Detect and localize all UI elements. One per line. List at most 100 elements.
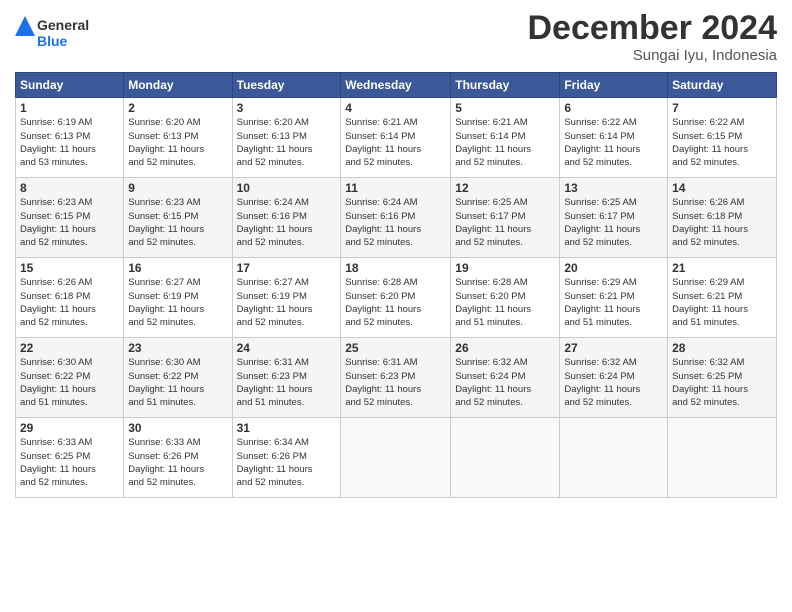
calendar-cell: 8Sunrise: 6:23 AMSunset: 6:15 PMDaylight…	[16, 178, 124, 258]
calendar-cell: 13Sunrise: 6:25 AMSunset: 6:17 PMDayligh…	[560, 178, 668, 258]
day-info: Sunrise: 6:32 AMSunset: 6:24 PMDaylight:…	[455, 356, 555, 409]
day-info: Sunrise: 6:21 AMSunset: 6:14 PMDaylight:…	[345, 116, 446, 169]
day-number: 27	[564, 341, 663, 355]
day-number: 3	[237, 101, 337, 115]
day-number: 6	[564, 101, 663, 115]
calendar-cell: 30Sunrise: 6:33 AMSunset: 6:26 PMDayligh…	[124, 418, 232, 498]
day-number: 14	[672, 181, 772, 195]
day-number: 10	[237, 181, 337, 195]
week-row-3: 15Sunrise: 6:26 AMSunset: 6:18 PMDayligh…	[16, 258, 777, 338]
day-number: 29	[20, 421, 119, 435]
logo-svg: General Blue	[15, 14, 105, 56]
logo: General Blue	[15, 14, 105, 56]
calendar-cell: 21Sunrise: 6:29 AMSunset: 6:21 PMDayligh…	[668, 258, 777, 338]
calendar-cell: 26Sunrise: 6:32 AMSunset: 6:24 PMDayligh…	[451, 338, 560, 418]
day-info: Sunrise: 6:26 AMSunset: 6:18 PMDaylight:…	[672, 196, 772, 249]
day-info: Sunrise: 6:31 AMSunset: 6:23 PMDaylight:…	[237, 356, 337, 409]
calendar-cell: 3Sunrise: 6:20 AMSunset: 6:13 PMDaylight…	[232, 98, 341, 178]
weekday-header-sunday: Sunday	[16, 73, 124, 98]
calendar-cell: 4Sunrise: 6:21 AMSunset: 6:14 PMDaylight…	[341, 98, 451, 178]
svg-text:General: General	[37, 17, 89, 33]
day-info: Sunrise: 6:25 AMSunset: 6:17 PMDaylight:…	[455, 196, 555, 249]
day-number: 20	[564, 261, 663, 275]
weekday-header-wednesday: Wednesday	[341, 73, 451, 98]
calendar-page: General Blue December 2024 Sungai Iyu, I…	[0, 0, 792, 612]
day-info: Sunrise: 6:26 AMSunset: 6:18 PMDaylight:…	[20, 276, 119, 329]
day-info: Sunrise: 6:32 AMSunset: 6:25 PMDaylight:…	[672, 356, 772, 409]
day-info: Sunrise: 6:20 AMSunset: 6:13 PMDaylight:…	[237, 116, 337, 169]
calendar-cell	[341, 418, 451, 498]
day-info: Sunrise: 6:29 AMSunset: 6:21 PMDaylight:…	[564, 276, 663, 329]
weekday-header-tuesday: Tuesday	[232, 73, 341, 98]
calendar-cell	[668, 418, 777, 498]
day-info: Sunrise: 6:30 AMSunset: 6:22 PMDaylight:…	[20, 356, 119, 409]
day-number: 19	[455, 261, 555, 275]
day-info: Sunrise: 6:20 AMSunset: 6:13 PMDaylight:…	[128, 116, 227, 169]
calendar-cell: 9Sunrise: 6:23 AMSunset: 6:15 PMDaylight…	[124, 178, 232, 258]
day-number: 23	[128, 341, 227, 355]
day-info: Sunrise: 6:23 AMSunset: 6:15 PMDaylight:…	[128, 196, 227, 249]
day-number: 21	[672, 261, 772, 275]
week-row-5: 29Sunrise: 6:33 AMSunset: 6:25 PMDayligh…	[16, 418, 777, 498]
weekday-header-friday: Friday	[560, 73, 668, 98]
calendar-cell: 6Sunrise: 6:22 AMSunset: 6:14 PMDaylight…	[560, 98, 668, 178]
day-info: Sunrise: 6:33 AMSunset: 6:26 PMDaylight:…	[128, 436, 227, 489]
title-area: December 2024 Sungai Iyu, Indonesia	[527, 10, 777, 64]
week-row-2: 8Sunrise: 6:23 AMSunset: 6:15 PMDaylight…	[16, 178, 777, 258]
day-number: 22	[20, 341, 119, 355]
calendar-cell: 31Sunrise: 6:34 AMSunset: 6:26 PMDayligh…	[232, 418, 341, 498]
month-title: December 2024	[527, 10, 777, 47]
day-number: 11	[345, 181, 446, 195]
weekday-header-row: SundayMondayTuesdayWednesdayThursdayFrid…	[16, 73, 777, 98]
day-number: 26	[455, 341, 555, 355]
day-number: 28	[672, 341, 772, 355]
day-number: 12	[455, 181, 555, 195]
day-number: 2	[128, 101, 227, 115]
day-number: 7	[672, 101, 772, 115]
weekday-header-monday: Monday	[124, 73, 232, 98]
calendar-cell	[560, 418, 668, 498]
calendar-cell: 22Sunrise: 6:30 AMSunset: 6:22 PMDayligh…	[16, 338, 124, 418]
day-info: Sunrise: 6:25 AMSunset: 6:17 PMDaylight:…	[564, 196, 663, 249]
day-info: Sunrise: 6:24 AMSunset: 6:16 PMDaylight:…	[345, 196, 446, 249]
day-info: Sunrise: 6:32 AMSunset: 6:24 PMDaylight:…	[564, 356, 663, 409]
calendar-cell	[451, 418, 560, 498]
weekday-header-saturday: Saturday	[668, 73, 777, 98]
day-number: 1	[20, 101, 119, 115]
day-info: Sunrise: 6:33 AMSunset: 6:25 PMDaylight:…	[20, 436, 119, 489]
calendar-cell: 18Sunrise: 6:28 AMSunset: 6:20 PMDayligh…	[341, 258, 451, 338]
calendar-cell: 12Sunrise: 6:25 AMSunset: 6:17 PMDayligh…	[451, 178, 560, 258]
calendar-cell: 15Sunrise: 6:26 AMSunset: 6:18 PMDayligh…	[16, 258, 124, 338]
day-number: 4	[345, 101, 446, 115]
svg-text:Blue: Blue	[37, 33, 68, 49]
calendar-cell: 17Sunrise: 6:27 AMSunset: 6:19 PMDayligh…	[232, 258, 341, 338]
day-number: 18	[345, 261, 446, 275]
day-info: Sunrise: 6:22 AMSunset: 6:15 PMDaylight:…	[672, 116, 772, 169]
calendar-cell: 7Sunrise: 6:22 AMSunset: 6:15 PMDaylight…	[668, 98, 777, 178]
day-info: Sunrise: 6:31 AMSunset: 6:23 PMDaylight:…	[345, 356, 446, 409]
day-info: Sunrise: 6:30 AMSunset: 6:22 PMDaylight:…	[128, 356, 227, 409]
day-info: Sunrise: 6:23 AMSunset: 6:15 PMDaylight:…	[20, 196, 119, 249]
day-info: Sunrise: 6:28 AMSunset: 6:20 PMDaylight:…	[345, 276, 446, 329]
calendar-cell: 27Sunrise: 6:32 AMSunset: 6:24 PMDayligh…	[560, 338, 668, 418]
day-number: 25	[345, 341, 446, 355]
day-number: 15	[20, 261, 119, 275]
day-number: 16	[128, 261, 227, 275]
week-row-1: 1Sunrise: 6:19 AMSunset: 6:13 PMDaylight…	[16, 98, 777, 178]
day-info: Sunrise: 6:27 AMSunset: 6:19 PMDaylight:…	[237, 276, 337, 329]
calendar-cell: 28Sunrise: 6:32 AMSunset: 6:25 PMDayligh…	[668, 338, 777, 418]
calendar-cell: 20Sunrise: 6:29 AMSunset: 6:21 PMDayligh…	[560, 258, 668, 338]
day-number: 24	[237, 341, 337, 355]
day-number: 17	[237, 261, 337, 275]
calendar-cell: 19Sunrise: 6:28 AMSunset: 6:20 PMDayligh…	[451, 258, 560, 338]
day-info: Sunrise: 6:21 AMSunset: 6:14 PMDaylight:…	[455, 116, 555, 169]
day-info: Sunrise: 6:24 AMSunset: 6:16 PMDaylight:…	[237, 196, 337, 249]
day-number: 8	[20, 181, 119, 195]
calendar-cell: 11Sunrise: 6:24 AMSunset: 6:16 PMDayligh…	[341, 178, 451, 258]
day-number: 31	[237, 421, 337, 435]
calendar-cell: 23Sunrise: 6:30 AMSunset: 6:22 PMDayligh…	[124, 338, 232, 418]
weekday-header-thursday: Thursday	[451, 73, 560, 98]
day-info: Sunrise: 6:19 AMSunset: 6:13 PMDaylight:…	[20, 116, 119, 169]
day-number: 13	[564, 181, 663, 195]
calendar-cell: 16Sunrise: 6:27 AMSunset: 6:19 PMDayligh…	[124, 258, 232, 338]
